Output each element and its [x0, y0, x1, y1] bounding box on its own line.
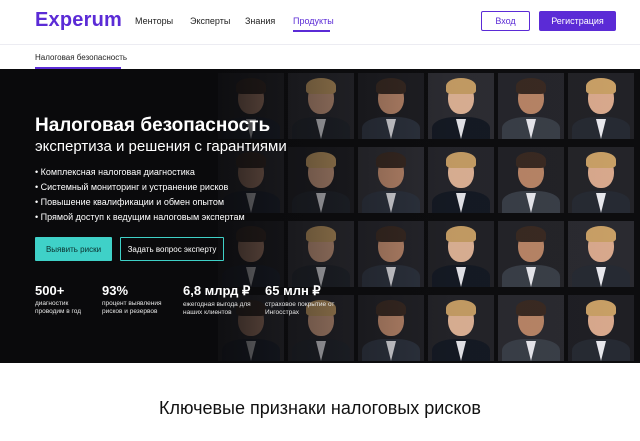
- stat-insurance: 65 млн ₽ страховое покрытие от Ингосстра…: [265, 283, 337, 317]
- ask-expert-button[interactable]: Задать вопрос эксперту: [120, 237, 224, 261]
- portrait-hair: [306, 152, 336, 169]
- stat-label: страховое покрытие от Ингосстрах: [265, 301, 335, 316]
- nav-item-mentors[interactable]: Менторы: [135, 16, 173, 26]
- bullet-item: Системный мониторинг и устранение рисков: [35, 180, 245, 195]
- portrait-hair: [376, 152, 406, 169]
- stat-annual-benefit: 6,8 млрд ₽ ежегодная выгода для наших кл…: [183, 283, 255, 317]
- portrait-hair: [446, 300, 476, 317]
- portrait-hair: [516, 300, 546, 317]
- expert-portrait: [568, 73, 634, 139]
- portrait-hair: [586, 78, 616, 95]
- stat-diagnostics: 500+ диагностик проводим в год: [35, 283, 91, 316]
- portrait-hair: [306, 226, 336, 243]
- bullet-item: Прямой доступ к ведущим налоговым экспер…: [35, 210, 245, 225]
- portrait-hair: [586, 226, 616, 243]
- portrait-hair: [446, 226, 476, 243]
- subnav-item-tax-security[interactable]: Налоговая безопасность: [35, 53, 127, 62]
- expert-portrait: [358, 73, 424, 139]
- stat-label: ежегодная выгода для наших клиентов: [183, 301, 251, 316]
- bullet-item: Комплексная налоговая диагностика: [35, 165, 245, 180]
- expert-portrait: [358, 221, 424, 287]
- expert-portrait: [498, 73, 564, 139]
- expert-portrait: [428, 295, 494, 361]
- expert-portrait: [568, 147, 634, 213]
- hero-subtitle: экспертиза и решения с гарантиями: [35, 138, 287, 155]
- stat-detection-rate: 93% процент выявления рисков и резервов: [102, 283, 172, 316]
- expert-portrait: [358, 295, 424, 361]
- detect-risks-button[interactable]: Выявить риски: [35, 237, 112, 261]
- nav-item-experts[interactable]: Эксперты: [190, 16, 230, 26]
- expert-portrait: [498, 147, 564, 213]
- portrait-hair: [516, 152, 546, 169]
- portrait-hair: [236, 78, 266, 95]
- expert-portrait: [568, 295, 634, 361]
- stat-label: диагностик проводим в год: [35, 300, 82, 315]
- expert-portrait: [288, 73, 354, 139]
- portrait-hair: [586, 152, 616, 169]
- expert-portrait: [428, 147, 494, 213]
- expert-portrait: [288, 147, 354, 213]
- expert-portrait: [288, 221, 354, 287]
- portrait-hair: [516, 226, 546, 243]
- portrait-hair: [236, 226, 266, 243]
- bullet-item: Повышение квалификации и обмен опытом: [35, 195, 245, 210]
- nav-active-underline: [293, 30, 330, 32]
- portrait-hair: [446, 152, 476, 169]
- stat-value: 93%: [102, 283, 129, 298]
- portrait-hair: [376, 300, 406, 317]
- portrait-hair: [376, 226, 406, 243]
- hero-section: Налоговая безопасность экспертиза и реше…: [0, 69, 640, 363]
- hero-title: Налоговая безопасность: [35, 115, 271, 136]
- expert-portrait: [498, 295, 564, 361]
- expert-portrait: [498, 221, 564, 287]
- section-title: Ключевые признаки налоговых рисков: [158, 398, 481, 418]
- nav-item-knowledge[interactable]: Знания: [245, 16, 275, 26]
- stat-value: 6,8 млрд ₽: [183, 283, 251, 298]
- expert-portrait: [428, 73, 494, 139]
- expert-portrait: [428, 221, 494, 287]
- portrait-hair: [586, 300, 616, 317]
- expert-portrait: [358, 147, 424, 213]
- portrait-hair: [306, 78, 336, 95]
- stat-value: 500+: [35, 283, 65, 298]
- expert-portrait: [568, 221, 634, 287]
- sub-nav: Налоговая безопасность: [0, 45, 640, 69]
- portrait-hair: [376, 78, 406, 95]
- stat-value: 65 млн ₽: [265, 283, 321, 298]
- experum-logo[interactable]: Experum: [35, 9, 122, 32]
- login-button[interactable]: Вход: [481, 11, 530, 31]
- nav-item-products[interactable]: Продукты: [293, 16, 334, 26]
- expert-portrait: [218, 221, 284, 287]
- portrait-hair: [516, 78, 546, 95]
- top-header: Experum Менторы Эксперты Знания Продукты…: [0, 0, 640, 45]
- portrait-hair: [446, 78, 476, 95]
- register-button[interactable]: Регистрация: [539, 11, 616, 31]
- hero-bullet-list: Комплексная налоговая диагностика Систем…: [35, 165, 245, 225]
- stat-label: процент выявления рисков и резервов: [102, 300, 162, 315]
